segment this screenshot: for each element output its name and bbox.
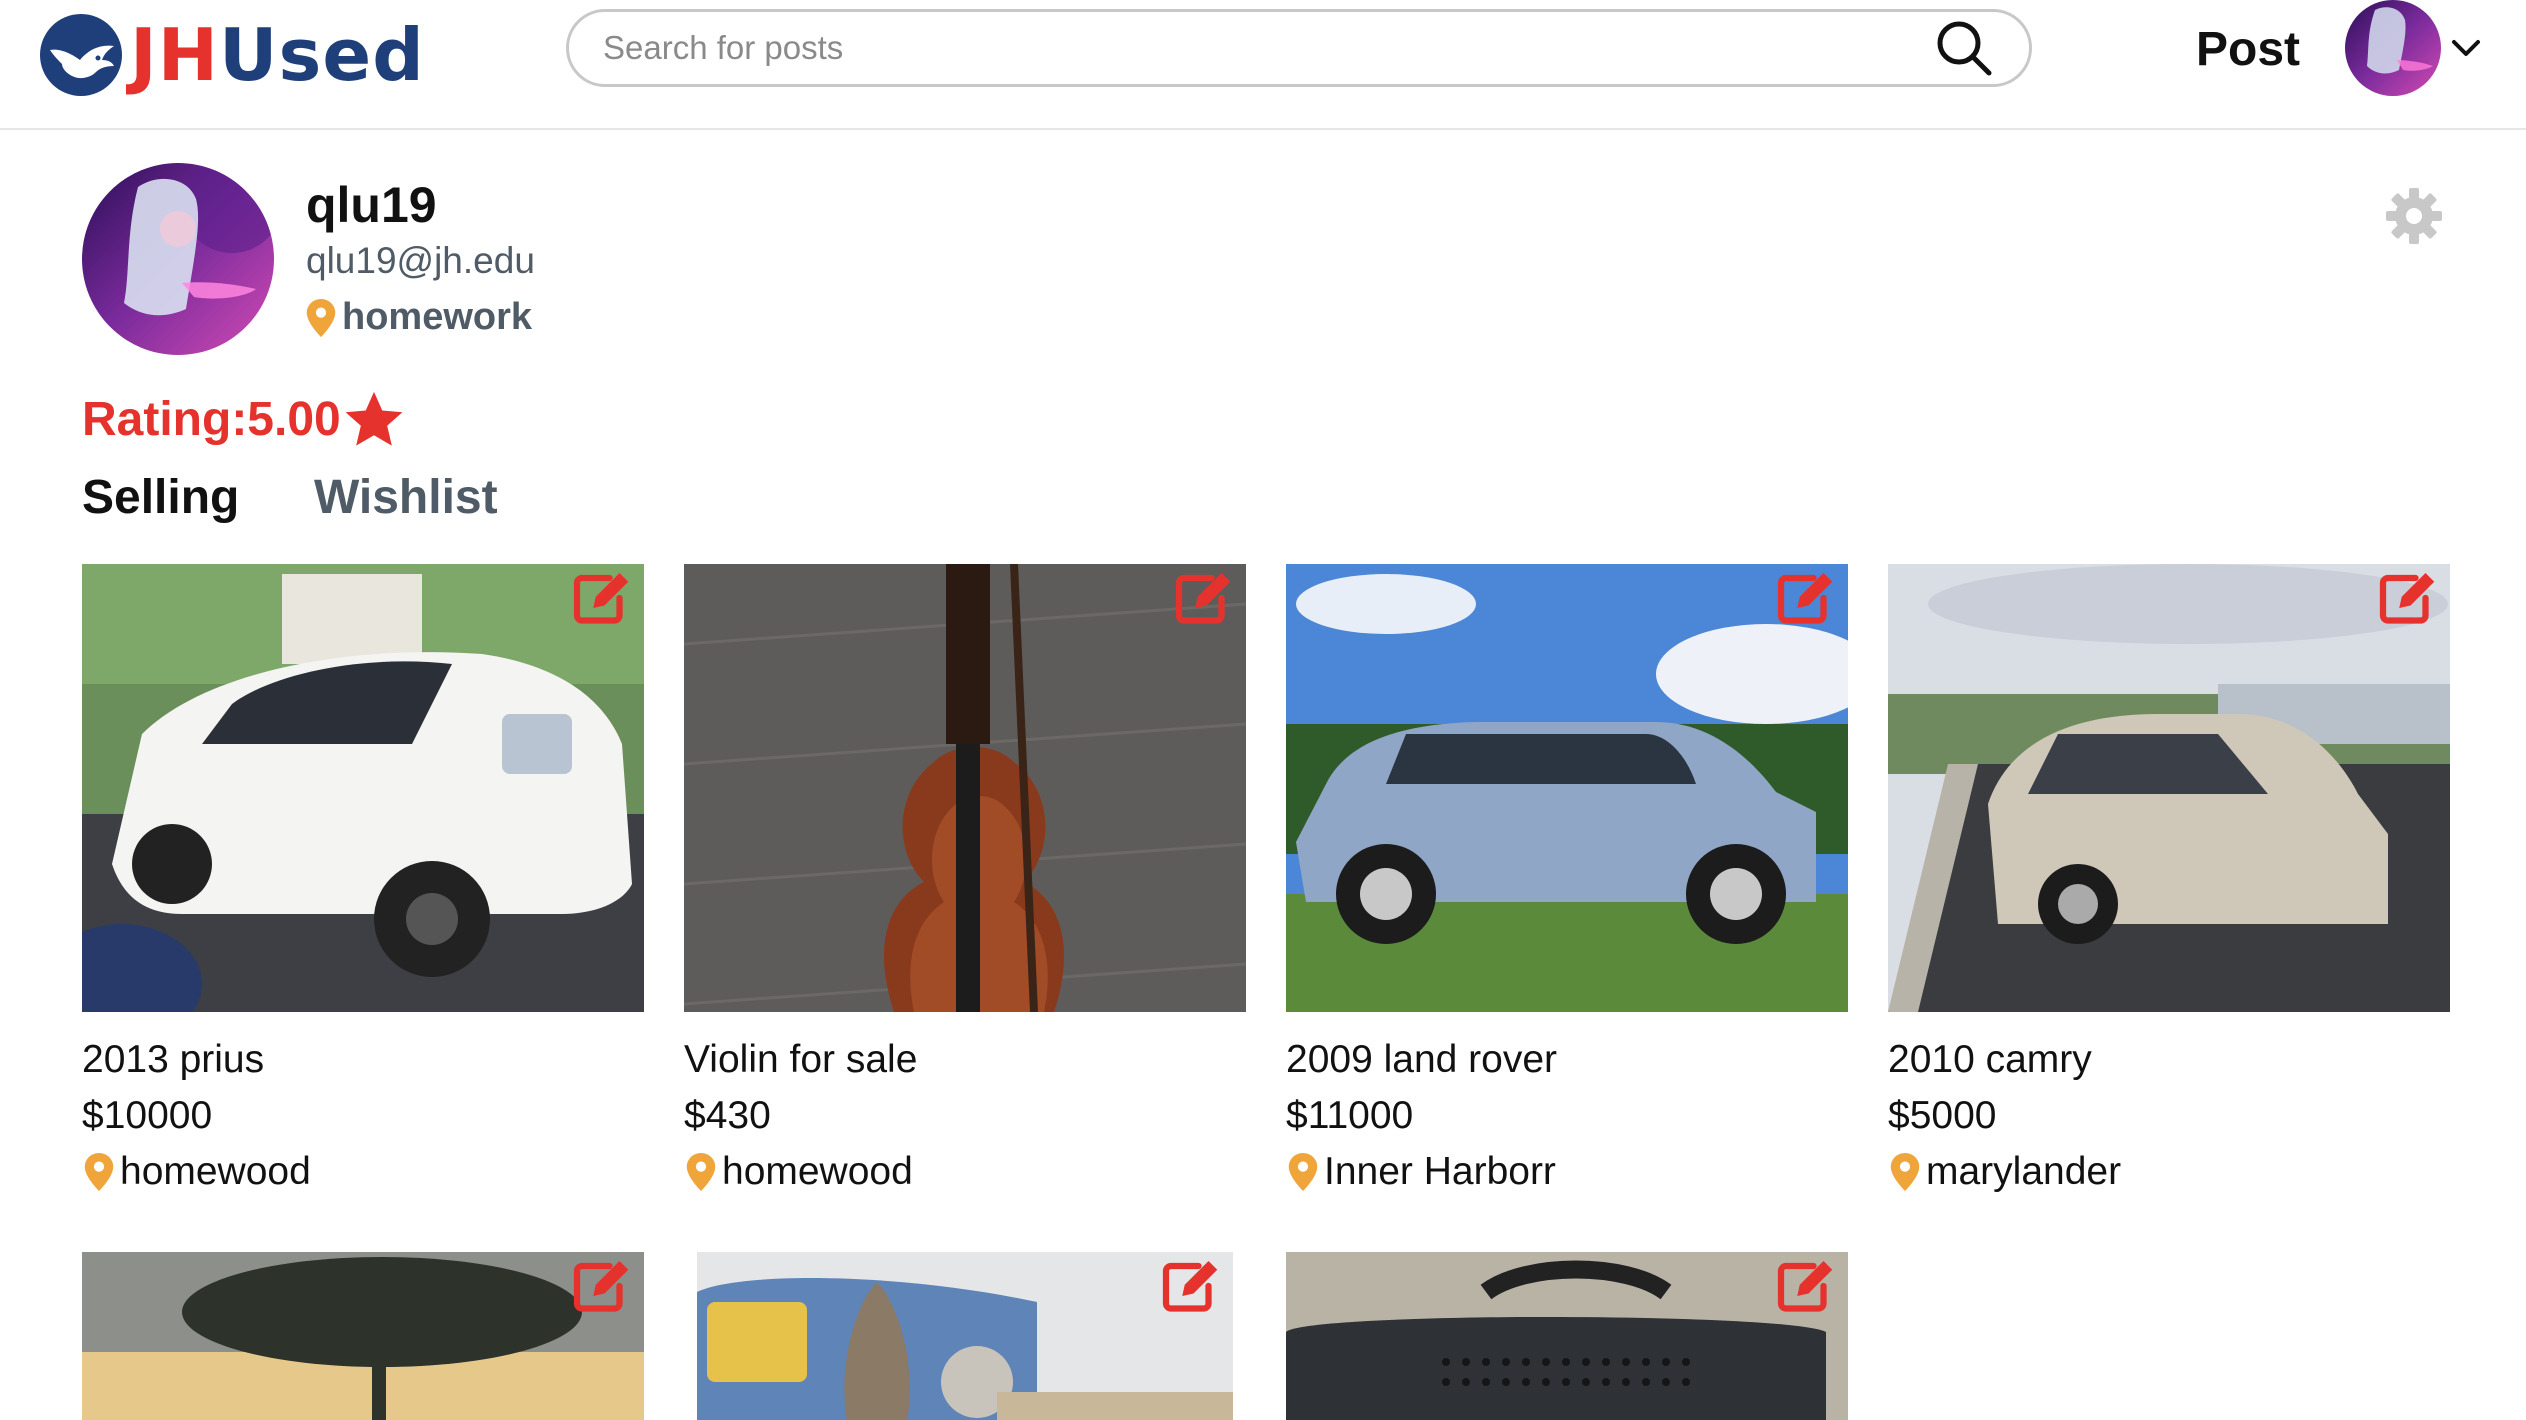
- listing-location: marylander: [1888, 1144, 2450, 1200]
- listing-title[interactable]: Violin for sale: [684, 1032, 1246, 1088]
- listing-location-text: homewood: [722, 1150, 913, 1193]
- listing-location-text: homewood: [120, 1150, 311, 1193]
- listing-location: Inner Harborr: [1286, 1144, 1848, 1200]
- edit-icon[interactable]: [1161, 1258, 1221, 1314]
- listing-price: $11000: [1286, 1094, 1414, 1137]
- profile-username: qlu19: [306, 177, 437, 233]
- listing-card[interactable]: Violin for sale $430 homewood: [684, 564, 1246, 1200]
- listing-price: $430: [684, 1094, 771, 1137]
- listing-title[interactable]: 2013 prius: [82, 1032, 644, 1088]
- search-input[interactable]: [569, 12, 1929, 84]
- bird-logo-icon: [40, 14, 122, 96]
- listing-location-text: Inner Harborr: [1324, 1150, 1556, 1193]
- listing-image[interactable]: [1286, 564, 1848, 1012]
- listing-card[interactable]: [82, 1252, 644, 1420]
- listing-image[interactable]: [1888, 564, 2450, 1012]
- logo-used: Used: [219, 13, 425, 97]
- listing-location-text: marylander: [1926, 1150, 2122, 1193]
- edit-icon[interactable]: [1776, 570, 1836, 626]
- profile-location: homework: [306, 296, 532, 339]
- listing-location: homewood: [82, 1144, 644, 1200]
- profile-email: qlu19@jh.edu: [306, 240, 535, 281]
- location-pin-icon: [1890, 1153, 1920, 1191]
- listing-location: homewood: [684, 1144, 1246, 1200]
- search-button[interactable]: [1929, 13, 1999, 83]
- listing-card[interactable]: [697, 1252, 1233, 1420]
- listing-title[interactable]: 2010 camry: [1888, 1032, 2450, 1088]
- edit-icon[interactable]: [2378, 570, 2438, 626]
- tab-selling[interactable]: Selling: [82, 470, 239, 525]
- profile-location-text: homework: [342, 296, 533, 338]
- edit-icon[interactable]: [1174, 570, 1234, 626]
- location-pin-icon: [84, 1153, 114, 1191]
- listing-price: $10000: [82, 1094, 213, 1137]
- edit-icon[interactable]: [572, 570, 632, 626]
- logo-link[interactable]: JHUsed: [38, 12, 425, 98]
- edit-icon[interactable]: [1776, 1258, 1836, 1314]
- listing-title[interactable]: 2009 land rover: [1286, 1032, 1848, 1088]
- gear-icon[interactable]: [2384, 186, 2444, 246]
- location-pin-icon: [1288, 1153, 1318, 1191]
- listing-price: $5000: [1888, 1094, 1997, 1137]
- star-icon: [345, 391, 403, 446]
- listing-card[interactable]: [1286, 1252, 1848, 1420]
- top-navbar: JHUsed Post: [0, 0, 2526, 130]
- rating: Rating:5.00: [82, 388, 405, 450]
- chevron-down-icon[interactable]: [2448, 30, 2484, 66]
- post-button[interactable]: Post: [2196, 18, 2300, 82]
- tab-wishlist[interactable]: Wishlist: [314, 470, 498, 525]
- listing-image[interactable]: [1286, 1252, 1848, 1420]
- search-icon: [1937, 21, 1992, 76]
- location-pin-icon: [306, 299, 336, 337]
- logo-jh: JH: [130, 13, 220, 97]
- logo-wordmark: JHUsed: [130, 19, 425, 91]
- listing-image[interactable]: [82, 1252, 644, 1420]
- listing-image[interactable]: [82, 564, 644, 1012]
- listing-card[interactable]: 2013 prius $10000 homewood: [82, 564, 644, 1200]
- listing-image[interactable]: [684, 564, 1246, 1012]
- listing-image[interactable]: [697, 1252, 1233, 1420]
- profile-avatar: [82, 163, 274, 355]
- nav-user-avatar[interactable]: [2345, 0, 2441, 96]
- listing-card[interactable]: 2010 camry $5000 marylander: [1888, 564, 2450, 1200]
- rating-text: Rating:5.00: [82, 392, 341, 446]
- edit-icon[interactable]: [572, 1258, 632, 1314]
- location-pin-icon: [686, 1153, 716, 1191]
- listing-card[interactable]: 2009 land rover $11000 Inner Harborr: [1286, 564, 1848, 1200]
- search-bar: [566, 9, 2032, 87]
